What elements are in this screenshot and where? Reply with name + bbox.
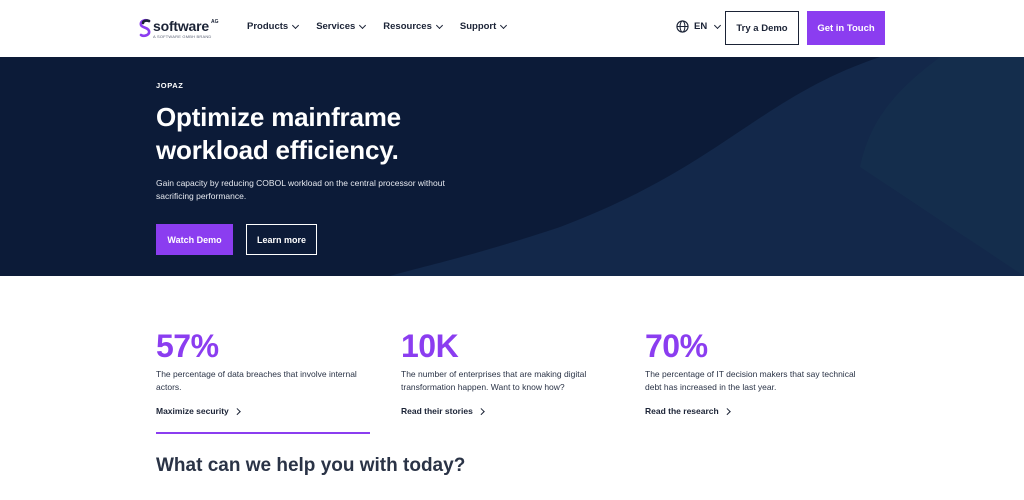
hero-background-shape: [0, 57, 1024, 276]
watch-demo-button[interactable]: Watch Demo: [156, 224, 233, 255]
logo-tagline: A SOFTWARE GMBH BRAND: [153, 34, 212, 39]
learn-more-button[interactable]: Learn more: [246, 224, 317, 255]
stat-link-label: Read their stories: [401, 406, 473, 416]
logo-wordmark: software: [153, 18, 209, 34]
hero-section: JOPAZ Optimize mainframe workload effici…: [0, 57, 1024, 276]
nav-item-resources[interactable]: Resources: [383, 21, 443, 32]
chevron-down-icon: [500, 21, 508, 29]
stat-link-label: Maximize security: [156, 406, 229, 416]
software-ag-logo[interactable]: software AG A SOFTWARE GMBH BRAND: [139, 17, 223, 41]
stat-value: 57%: [156, 328, 219, 364]
logo-superscript: AG: [211, 19, 219, 25]
chevron-down-icon: [714, 21, 722, 29]
stat-card-enterprises: 10K The number of enterprises that are m…: [401, 328, 631, 416]
nav-item-label: Support: [459, 21, 497, 32]
read-the-research-link[interactable]: Read the research: [645, 406, 731, 416]
nav-item-label: Products: [247, 21, 289, 32]
chevron-down-icon: [292, 21, 300, 29]
main-nav: Products Services Resources Support: [247, 21, 524, 32]
chevron-down-icon: [359, 21, 367, 29]
language-label: EN: [694, 21, 708, 32]
stat-description: The number of enterprises that are makin…: [401, 369, 587, 392]
carousel-progress-bar: [156, 432, 370, 434]
stat-value: 70%: [645, 328, 708, 364]
hero-subtitle: Gain capacity by reducing COBOL workload…: [156, 178, 445, 201]
try-demo-button[interactable]: Try a Demo: [725, 11, 799, 45]
chevron-right-icon: [477, 407, 485, 415]
read-their-stories-link[interactable]: Read their stories: [401, 406, 485, 416]
get-in-touch-button[interactable]: Get in Touch: [807, 11, 885, 45]
stat-card-research: 70% The percentage of IT decision makers…: [645, 328, 875, 416]
help-heading: What can we help you with today?: [156, 455, 466, 476]
chevron-right-icon: [233, 407, 241, 415]
nav-item-support[interactable]: Support: [459, 21, 508, 32]
chevron-down-icon: [435, 21, 443, 29]
language-selector[interactable]: EN: [676, 20, 722, 33]
stat-link-label: Read the research: [645, 406, 719, 416]
stat-card-security: 57% The percentage of data breaches that…: [156, 328, 386, 416]
globe-icon: [676, 20, 689, 33]
maximize-security-link[interactable]: Maximize security: [156, 406, 241, 416]
nav-item-label: Resources: [383, 21, 432, 32]
stat-value: 10K: [401, 328, 459, 364]
site-header: software AG A SOFTWARE GMBH BRAND Produc…: [0, 0, 1024, 57]
nav-item-services[interactable]: Services: [316, 21, 367, 32]
nav-item-label: Services: [316, 21, 356, 32]
hero-title: Optimize mainframe workload efficiency.: [156, 102, 401, 165]
hero-eyebrow: JOPAZ: [156, 81, 184, 90]
nav-item-products[interactable]: Products: [247, 21, 300, 32]
stat-description: The percentage of IT decision makers tha…: [645, 369, 856, 392]
chevron-right-icon: [723, 407, 731, 415]
logo-mark-icon: [139, 18, 151, 38]
stat-description: The percentage of data breaches that inv…: [156, 369, 357, 392]
